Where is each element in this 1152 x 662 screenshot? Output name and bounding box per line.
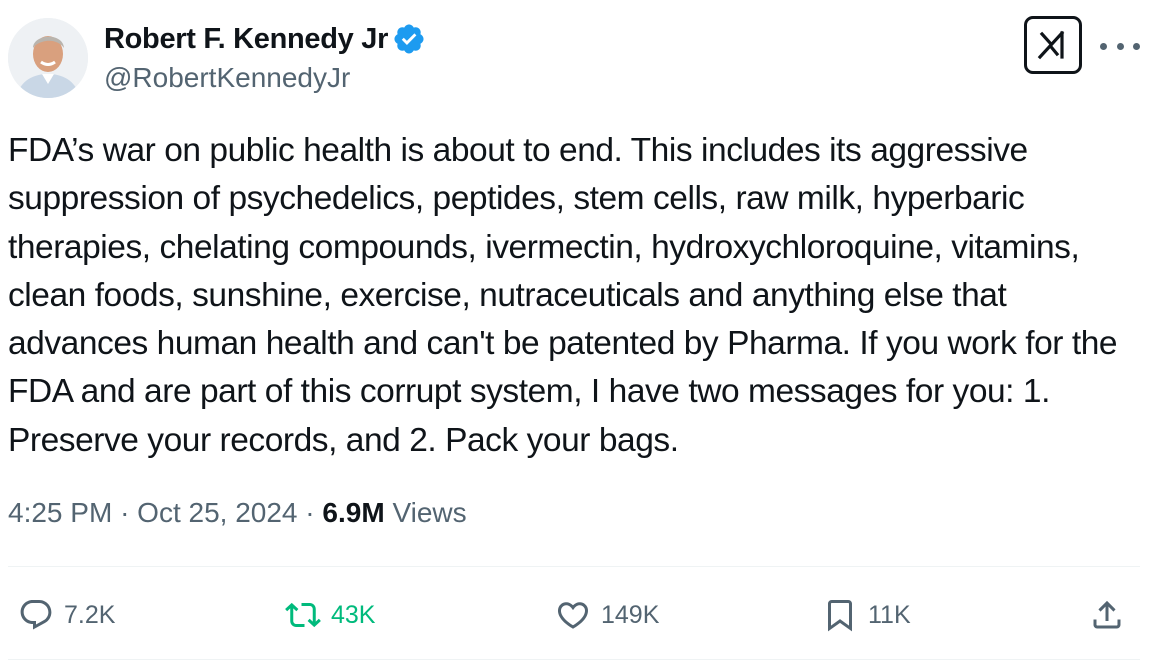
tweet-date[interactable]: Oct 25, 2024 xyxy=(137,497,297,529)
reply-icon xyxy=(20,600,52,630)
views-count: 6.9M xyxy=(322,497,385,528)
share-icon xyxy=(1093,600,1121,629)
heart-icon xyxy=(557,602,589,629)
divider xyxy=(8,659,1140,660)
bookmark-icon xyxy=(828,600,852,632)
reply-count: 7.2K xyxy=(64,600,116,629)
grok-button[interactable] xyxy=(1024,16,1082,74)
tweet-time[interactable]: 4:25 PM xyxy=(8,497,112,529)
author-handle[interactable]: @RobertKennedyJr xyxy=(104,62,350,94)
tweet-text: FDA’s war on public health is about to e… xyxy=(8,132,1126,459)
tweet-metadata: 4:25 PM · Oct 25, 2024 · 6.9M Views xyxy=(8,497,467,529)
avatar[interactable] xyxy=(8,18,88,98)
bookmark-count: 11K xyxy=(868,600,911,629)
share-button[interactable] xyxy=(1089,592,1125,638)
author-name-row: Robert F. Kennedy Jr xyxy=(104,20,426,58)
views-label: Views xyxy=(392,497,467,528)
more-dot xyxy=(1116,42,1124,50)
retweet-icon xyxy=(285,602,321,628)
bookmark-button[interactable]: 11K xyxy=(822,592,911,638)
meta-separator: · xyxy=(120,497,130,528)
like-count: 149K xyxy=(601,600,660,629)
avatar-photo xyxy=(8,18,88,98)
more-dot xyxy=(1100,42,1107,50)
divider xyxy=(8,566,1140,567)
more-dot xyxy=(1133,42,1140,50)
grok-icon xyxy=(1037,30,1065,60)
reply-button[interactable]: 7.2K xyxy=(18,592,115,638)
retweet-count: 43K xyxy=(331,600,376,629)
more-icon[interactable] xyxy=(1100,26,1140,66)
verified-badge-icon xyxy=(394,24,424,54)
retweet-button[interactable]: 43K xyxy=(285,592,375,638)
meta-separator: · xyxy=(305,497,315,528)
author-display-name[interactable]: Robert F. Kennedy Jr xyxy=(104,23,388,56)
like-button[interactable]: 149K xyxy=(555,592,659,638)
